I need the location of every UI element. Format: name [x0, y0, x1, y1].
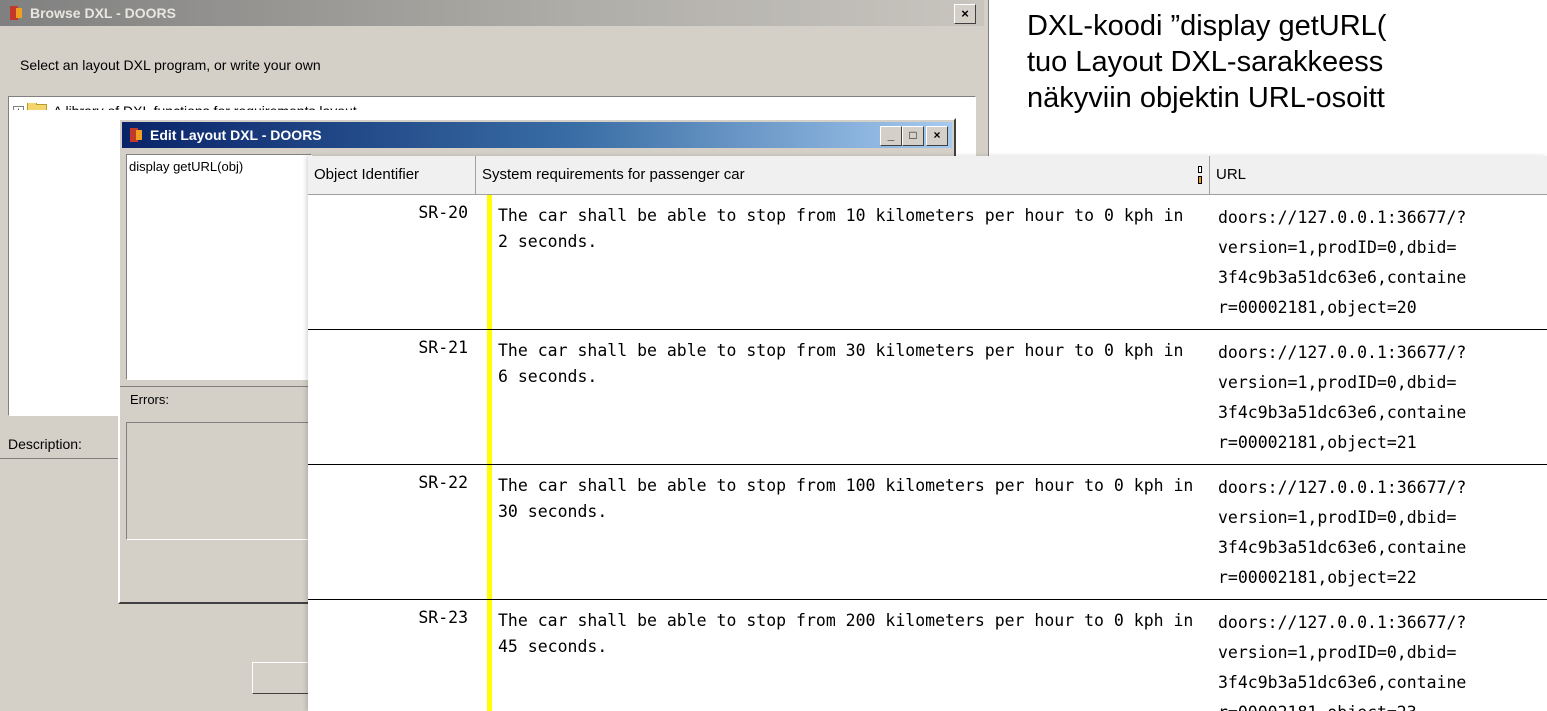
column-header-object-identifier[interactable]: Object Identifier: [308, 156, 476, 194]
browse-window-title: Browse DXL - DOORS: [30, 5, 176, 21]
annotation-line-1: DXL-koodi ”display getURL(: [1027, 10, 1387, 42]
column-header-requirements[interactable]: System requirements for passenger car: [476, 156, 1210, 194]
annotation-line-3: näkyviin objektin URL-osoitt: [1027, 82, 1385, 114]
browse-title-bar[interactable]: Browse DXL - DOORS ×: [0, 0, 984, 26]
url-cell: doors://127.0.0.1:36677/? version=1,prod…: [1218, 613, 1467, 711]
errors-label: Errors:: [130, 392, 169, 407]
browse-prompt-text: Select an layout DXL program, or write y…: [20, 57, 321, 73]
doors-app-icon: [8, 5, 24, 21]
doors-app-icon: [128, 127, 144, 143]
description-label: Description:: [8, 436, 82, 452]
table-row[interactable]: SR-21 The car shall be able to stop from…: [308, 330, 1547, 465]
requirement-text-cell[interactable]: The car shall be able to stop from 200 k…: [498, 608, 1198, 660]
table-row[interactable]: SR-23 The car shall be able to stop from…: [308, 600, 1547, 711]
tree-item-label: A library of DXL functions for requireme…: [53, 103, 357, 119]
object-id-cell: SR-22: [418, 473, 468, 492]
table-body: SR-20 The car shall be able to stop from…: [308, 195, 1547, 711]
requirement-text-cell[interactable]: The car shall be able to stop from 100 k…: [498, 473, 1198, 525]
change-bar: [487, 465, 492, 599]
url-cell: doors://127.0.0.1:36677/? version=1,prod…: [1218, 478, 1467, 587]
table-row[interactable]: SR-20 The car shall be able to stop from…: [308, 195, 1547, 330]
minimize-button[interactable]: _: [880, 126, 902, 146]
change-bar: [487, 600, 492, 711]
table-row[interactable]: SR-22 The car shall be able to stop from…: [308, 465, 1547, 600]
annotation-line-2: tuo Layout DXL-sarakkeess: [1027, 46, 1384, 78]
browse-close-button[interactable]: ×: [954, 4, 976, 24]
window-controls: _ □ ×: [880, 126, 948, 146]
url-cell: doors://127.0.0.1:36677/? version=1,prod…: [1218, 343, 1467, 452]
folder-icon: [27, 103, 47, 110]
tree-item-layout-library[interactable]: + A library of DXL functions for require…: [13, 103, 357, 119]
change-bar: [487, 330, 492, 464]
object-id-cell: SR-23: [418, 608, 468, 627]
column-resize-marker-icon[interactable]: [1198, 166, 1204, 184]
maximize-button[interactable]: □: [902, 126, 924, 146]
edit-window-title: Edit Layout DXL - DOORS: [150, 127, 322, 143]
requirement-text-cell[interactable]: The car shall be able to stop from 30 ki…: [498, 338, 1198, 390]
column-header-url[interactable]: URL: [1210, 156, 1547, 194]
url-cell: doors://127.0.0.1:36677/? version=1,prod…: [1218, 208, 1467, 317]
close-button[interactable]: ×: [926, 126, 948, 146]
change-bar: [487, 195, 492, 329]
object-id-cell: SR-20: [418, 203, 468, 222]
requirement-text-cell[interactable]: The car shall be able to stop from 10 ki…: [498, 203, 1198, 255]
tree-expand-icon[interactable]: +: [13, 105, 24, 110]
table-header: Object Identifier System requirements fo…: [308, 156, 1547, 195]
module-table: Object Identifier System requirements fo…: [308, 156, 1547, 711]
object-id-cell: SR-21: [418, 338, 468, 357]
errors-output-box[interactable]: [126, 422, 314, 540]
annotation-text: DXL-koodi ”display getURL( tuo Layout DX…: [1027, 8, 1547, 116]
dxl-code-editor[interactable]: display getURL(obj): [126, 154, 312, 380]
editor-divider: [120, 386, 320, 387]
edit-title-bar[interactable]: Edit Layout DXL - DOORS _ □ ×: [122, 122, 952, 148]
